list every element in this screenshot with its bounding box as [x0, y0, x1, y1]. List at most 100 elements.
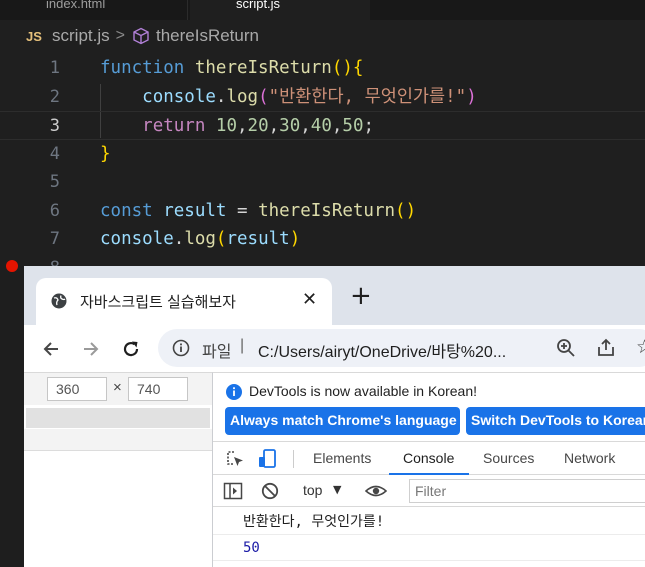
height-input[interactable]: 740 [128, 377, 188, 401]
sidebar-toggle-icon[interactable] [223, 482, 243, 500]
console-output: 반환한다, 무엇인가를! 50 [213, 509, 645, 567]
code-line[interactable]: 4} [0, 140, 645, 169]
code-token: thereIsReturn [194, 58, 332, 78]
info-icon [225, 383, 243, 401]
breadcrumb-symbol[interactable]: thereIsReturn [156, 26, 259, 46]
code-token: return [142, 116, 206, 136]
code-token: = [226, 200, 259, 221]
line-number: 7 [49, 229, 60, 249]
match-language-button[interactable]: Always match Chrome's language [225, 407, 460, 435]
breadcrumb: JS script.js > thereIsReturn [0, 22, 645, 50]
console-filter-input[interactable]: Filter [409, 479, 645, 503]
breakpoint-dot[interactable] [6, 260, 18, 272]
back-arrow-icon[interactable] [38, 336, 64, 362]
globe-icon [50, 292, 68, 310]
code-token: result [163, 200, 227, 221]
code-line[interactable]: 7 console.log(result) [0, 225, 645, 254]
code-token: , [300, 116, 311, 136]
code-token: , [331, 116, 343, 136]
code-token: const [100, 200, 153, 221]
code-line[interactable]: 1 function thereIsReturn(){ [0, 54, 645, 83]
code-token: log [184, 229, 216, 249]
code-token: 30 [279, 116, 301, 136]
browser-tab-title: 자바스크립트 실습해보자 [80, 294, 236, 311]
bookmark-star-icon[interactable]: ☆ [636, 336, 645, 358]
share-icon[interactable] [596, 338, 616, 358]
switch-language-button[interactable]: Switch DevTools to Korean [466, 407, 645, 435]
line-number: 5 [49, 172, 60, 192]
code-token: ( [215, 229, 227, 249]
inspect-element-icon[interactable] [225, 449, 245, 469]
dimension-separator: × [113, 379, 122, 396]
console-log-row: 반환한다, 무엇인가를! [213, 509, 645, 535]
code-text: console.log("반환한다, 무엇인가를!") [100, 83, 477, 112]
breadcrumb-file[interactable]: script.js [52, 26, 110, 46]
clear-console-icon[interactable] [261, 482, 279, 500]
editor-tab-script-js[interactable]: script.js [190, 0, 370, 20]
code-editor[interactable]: index.html script.js JS script.js > ther… [0, 0, 645, 278]
line-number: 2 [49, 86, 60, 107]
code-token: console [100, 229, 174, 249]
eye-icon[interactable] [364, 482, 388, 500]
context-selector[interactable]: top [303, 482, 322, 498]
code-token: () [395, 200, 417, 221]
language-notice: DevTools is now available in Korean! Alw… [213, 373, 645, 437]
code-token: thereIsReturn [258, 200, 396, 221]
address-url[interactable]: C:/Users/airyt/OneDrive/바탕%20... [258, 338, 506, 362]
media-query-bar[interactable] [26, 408, 210, 428]
line-number: 6 [49, 200, 60, 221]
new-tab-button[interactable]: + [350, 283, 372, 309]
line-number: 1 [49, 58, 60, 78]
code-text: const result = thereIsReturn() [100, 197, 416, 226]
tab-network[interactable]: Network [564, 450, 615, 466]
devtools-panel: DevTools is now available in Korean! Alw… [212, 372, 645, 567]
code-token: console [142, 86, 216, 107]
toolbar-divider [293, 450, 294, 468]
code-token: ( [258, 86, 269, 107]
site-info-icon[interactable] [172, 339, 190, 357]
code-text: function thereIsReturn(){ [100, 54, 363, 83]
cube-symbol-icon [131, 26, 151, 46]
device-mode-icon[interactable] [257, 448, 279, 470]
notice-text: DevTools is now available in Korean! [249, 383, 478, 399]
code-token: . [173, 229, 185, 249]
device-toolbar: 360 × 740 [24, 372, 212, 567]
code-token: 10 [215, 116, 237, 136]
console-log-row: 50 [213, 535, 645, 561]
code-token: , [237, 116, 248, 136]
code-token: 40 [310, 116, 332, 136]
code-token: () [331, 58, 353, 78]
code-text: console.log(result) [100, 225, 300, 254]
close-tab-icon[interactable]: ✕ [302, 289, 317, 310]
code-line[interactable]: 2 console.log("반환한다, 무엇인가를!") [0, 83, 645, 112]
console-toolbar: top ▼ Filter [213, 475, 645, 507]
code-area[interactable]: 1 function thereIsReturn(){2 console.log(… [0, 54, 645, 282]
forward-arrow-icon[interactable] [78, 336, 104, 362]
code-line[interactable]: 5 [0, 168, 645, 197]
browser-tab[interactable]: 자바스크립트 실습해보자 ✕ [36, 278, 332, 325]
browser-window: 자바스크립트 실습해보자 ✕ + 파일 | C:/Users/airyt/One… [24, 266, 645, 567]
zoom-icon[interactable] [556, 338, 576, 358]
line-number: 3 [49, 116, 60, 136]
address-divider: | [240, 337, 245, 354]
tab-elements[interactable]: Elements [313, 450, 371, 466]
code-token: ; [363, 116, 375, 136]
width-input[interactable]: 360 [47, 377, 107, 401]
devtools-tab-bar: Elements Console Sources Network [213, 441, 645, 475]
code-token: ) [289, 229, 301, 249]
editor-tab-index-html[interactable]: index.html [28, 0, 188, 20]
reload-icon[interactable] [118, 336, 144, 362]
code-token: log [226, 86, 259, 107]
tab-console[interactable]: Console [403, 450, 454, 466]
code-token: function [100, 58, 185, 78]
code-text: } [100, 140, 111, 169]
browser-toolbar: 파일 | C:/Users/airyt/OneDrive/바탕%20... ☆ [24, 325, 645, 372]
tab-sources[interactable]: Sources [483, 450, 534, 466]
address-scheme-label: 파일 [202, 344, 232, 361]
code-line[interactable]: 3 return 10,20,30,40,50; [0, 111, 645, 140]
javascript-file-icon: JS [26, 28, 42, 44]
code-line[interactable]: 6 const result = thereIsReturn() [0, 197, 645, 226]
address-bar[interactable]: 파일 | C:/Users/airyt/OneDrive/바탕%20... ☆ [158, 329, 645, 367]
code-token: . [215, 86, 227, 107]
